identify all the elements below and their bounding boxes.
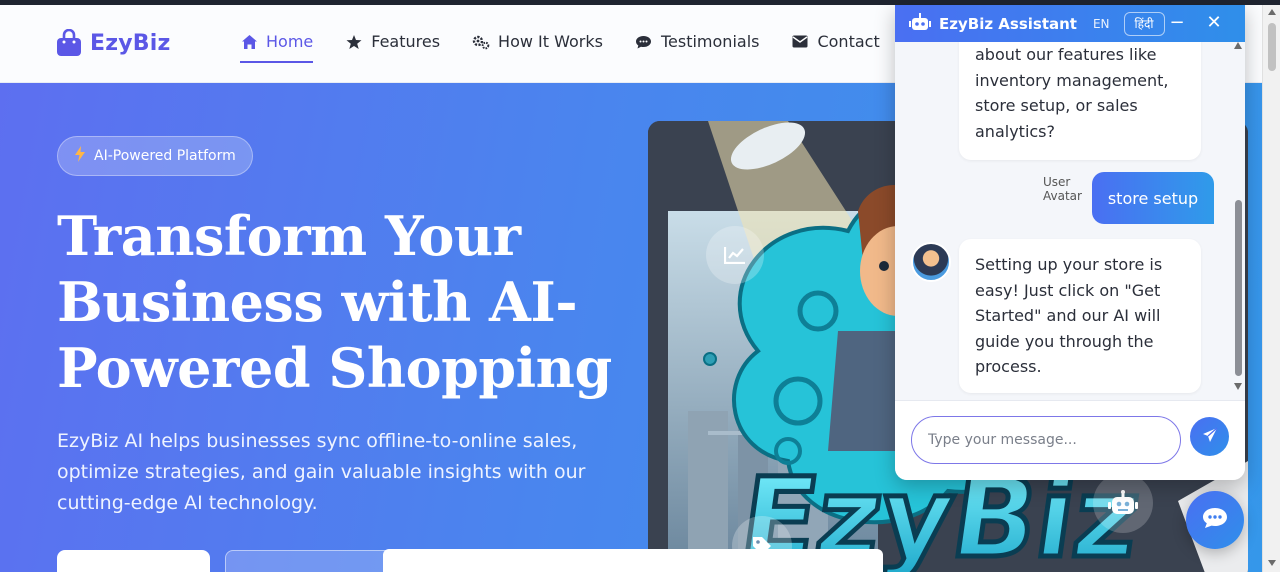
nav-item-label: Contact: [817, 32, 880, 51]
paper-plane-icon: [1202, 427, 1218, 447]
watch-demo-button[interactable]: [225, 550, 395, 572]
chat-widget: EzyBiz Assistant EN हिंदी − ✕ about our …: [895, 5, 1245, 480]
star-icon: [345, 33, 363, 51]
hero-title: Transform Your Business with AI-Powered …: [57, 204, 612, 400]
chat-title: EzyBiz Assistant: [939, 14, 1077, 33]
chat-scroll-thumb[interactable]: [1235, 200, 1242, 376]
bot-avatar: [911, 242, 951, 282]
bolt-icon: [74, 146, 86, 166]
nav-item-label: Features: [371, 32, 441, 51]
hero-description: EzyBiz AI helps businesses sync offline-…: [57, 430, 586, 514]
page-scroll-thumb[interactable]: [1268, 23, 1276, 71]
page-scroll-up-arrow[interactable]: [1268, 9, 1276, 15]
brand-name: EzyBiz: [90, 30, 171, 56]
get-started-button[interactable]: [57, 550, 210, 572]
robot-icon: [909, 12, 931, 35]
chat-input-area: [895, 400, 1245, 480]
nav-item-label: Home: [266, 32, 314, 51]
cogs-icon: [472, 33, 490, 51]
nav-links: Home Features How It Works Testimonials: [240, 32, 880, 63]
scroll-up-arrow[interactable]: [1234, 42, 1242, 49]
scroll-down-arrow[interactable]: [1234, 383, 1242, 390]
nav-item-label: How It Works: [498, 32, 603, 51]
user-message: store setup: [1092, 172, 1214, 224]
ai-badge: AI-Powered Platform: [57, 136, 253, 176]
home-icon: [240, 33, 258, 51]
nav-item-features[interactable]: Features: [345, 32, 440, 59]
page-scroll-down-arrow[interactable]: [1268, 560, 1276, 566]
nav-item-label: Testimonials: [660, 32, 760, 51]
chat-messages: about our features like inventory manage…: [895, 42, 1235, 400]
chat-toggle-button[interactable]: [1186, 491, 1244, 549]
shopping-bag-icon: [56, 28, 82, 57]
chat-header: EzyBiz Assistant EN हिंदी − ✕: [895, 5, 1245, 42]
lang-hi-button[interactable]: हिंदी: [1123, 11, 1165, 36]
overlay-panel: [383, 549, 883, 572]
close-button[interactable]: ✕: [1201, 9, 1227, 35]
brand-logo[interactable]: EzyBiz: [56, 28, 171, 57]
nav-item-how-it-works[interactable]: How It Works: [472, 32, 603, 59]
minimize-button[interactable]: −: [1164, 9, 1190, 35]
badge-label: AI-Powered Platform: [94, 148, 236, 164]
nav-item-home[interactable]: Home: [240, 32, 314, 63]
chat-bubble-icon: [1202, 507, 1228, 533]
chat-scrollbar[interactable]: [1232, 42, 1244, 398]
robot-float-icon: [1093, 473, 1153, 533]
page-scrollbar[interactable]: [1262, 5, 1280, 572]
chat-message-input[interactable]: [911, 416, 1181, 464]
user-avatar: User Avatar: [1043, 175, 1082, 203]
bot-message: Setting up your store is easy! Just clic…: [959, 239, 1201, 393]
envelope-icon: [791, 33, 809, 51]
comment-icon: [635, 33, 653, 51]
lang-en-button[interactable]: EN: [1093, 17, 1110, 31]
bot-message: about our features like inventory manage…: [959, 42, 1201, 160]
nav-item-contact[interactable]: Contact: [791, 32, 880, 59]
chart-line-icon: [706, 226, 764, 284]
send-button[interactable]: [1190, 417, 1229, 456]
nav-item-testimonials[interactable]: Testimonials: [635, 32, 760, 59]
